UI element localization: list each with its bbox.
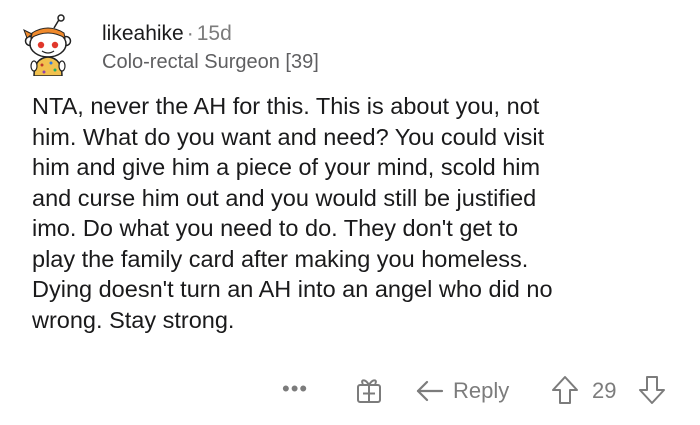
user-flair: Colo-rectal Surgeon [39] xyxy=(102,51,319,73)
reply-button[interactable]: Reply xyxy=(415,375,509,407)
comment-meta: likeahike · 15d xyxy=(102,22,232,46)
separator: · xyxy=(186,22,194,45)
downvote-arrow-icon[interactable] xyxy=(636,374,668,406)
upvote-arrow-icon[interactable] xyxy=(549,374,581,406)
comment-body-line: him. What do you want and need? You coul… xyxy=(32,123,545,150)
comment-body-line: imo. Do what you need to do. They don't … xyxy=(32,215,519,241)
reply-label: Reply xyxy=(453,378,510,403)
comment-body: NTA, never the AH for this. This is abou… xyxy=(32,91,692,335)
comment-body-line: Dying doesn't turn an AH into an angel w… xyxy=(32,276,553,302)
comment-body-line: NTA, never the AH for this. This is abou… xyxy=(32,93,540,119)
comment-action-bar: ••• Reply 29 xyxy=(0,372,700,412)
reply-arrow-icon xyxy=(416,380,444,402)
snoo-avatar-icon[interactable] xyxy=(20,14,76,76)
comment-body-line: wrong. Stay strong. xyxy=(32,306,235,333)
comment-age: 15d xyxy=(196,22,232,45)
comment: likeahike · 15d Colo-rectal Surgeon [39] N… xyxy=(0,0,700,425)
vote-score: 29 xyxy=(592,378,617,403)
comment-body-line: him and give him a piece of your mind, s… xyxy=(32,154,541,180)
comment-body-line: play the family card after making you ho… xyxy=(32,245,529,272)
username[interactable]: likeahike xyxy=(102,22,184,45)
more-options-button[interactable]: ••• xyxy=(282,376,308,402)
gift-icon[interactable] xyxy=(353,374,385,406)
comment-body-line: and curse him out and you would still be… xyxy=(32,184,537,211)
